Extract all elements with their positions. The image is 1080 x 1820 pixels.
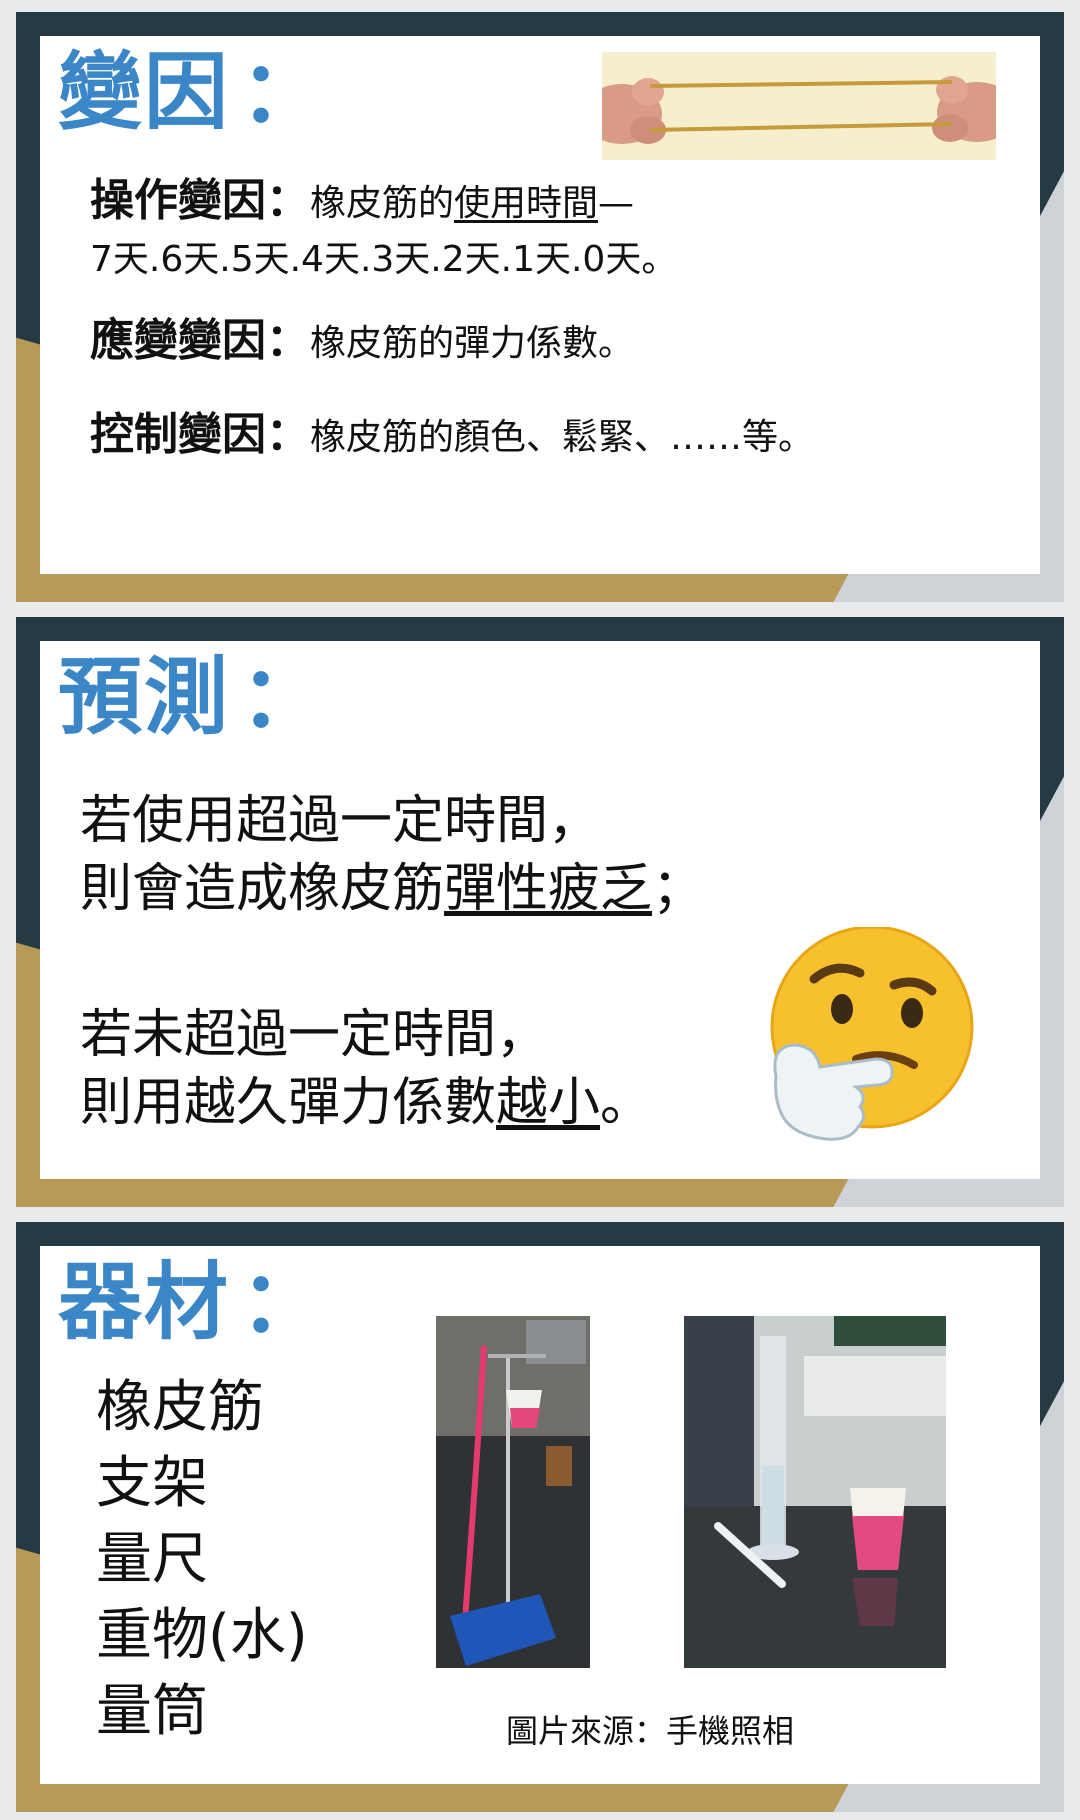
slide-materials: 器材： 橡皮筋 支架 量尺 重物(水) 量筒 圖片來源：手機照相 bbox=[16, 1222, 1064, 1812]
manipulated-variable: 操作變因：橡皮筋的使用時間— 7天.6天.5天.4天.3天.2天.1天.0天。 bbox=[90, 175, 678, 280]
section-heading-variables: 變因： bbox=[58, 43, 327, 141]
image-source-caption: 圖片來源：手機照相 bbox=[506, 1712, 795, 1750]
slide-variables: 變因： 操作變因：橡皮筋的使用時間— 7天.6天.5天.4天.3天.2天.1天.… bbox=[16, 12, 1064, 602]
material-item: 支架 bbox=[96, 1451, 208, 1516]
material-item: 量尺 bbox=[96, 1527, 208, 1592]
slide-panel: 預測： 若使用超過一定時間， 則會造成橡皮筋彈性疲乏； 若未超過一定時間， 則用… bbox=[40, 641, 1040, 1179]
section-heading-materials: 器材： bbox=[58, 1253, 327, 1351]
thinking-face-icon bbox=[770, 927, 974, 1141]
material-item: 量筒 bbox=[96, 1679, 208, 1744]
responding-variable: 應變變因：橡皮筋的彈力係數。 bbox=[90, 315, 635, 366]
prediction-line-3: 若未超過一定時間， bbox=[80, 1005, 549, 1065]
slide-panel: 器材： 橡皮筋 支架 量尺 重物(水) 量筒 圖片來源：手機照相 bbox=[40, 1246, 1040, 1784]
prediction-line-1: 若使用超過一定時間， bbox=[80, 791, 601, 851]
slide-prediction: 預測： 若使用超過一定時間， 則會造成橡皮筋彈性疲乏； 若未超過一定時間， 則用… bbox=[16, 617, 1064, 1207]
prediction-line-4: 則用越久彈力係數越小。 bbox=[80, 1073, 653, 1133]
material-item: 橡皮筋 bbox=[96, 1375, 264, 1440]
section-heading-prediction: 預測： bbox=[58, 648, 327, 746]
rubber-band-photo bbox=[602, 52, 996, 160]
stand-setup-photo bbox=[436, 1316, 590, 1668]
controlled-variable: 控制變因：橡皮筋的顏色、鬆緊、……等。 bbox=[90, 409, 815, 460]
cylinder-setup-photo bbox=[684, 1316, 946, 1668]
prediction-line-2: 則會造成橡皮筋彈性疲乏； bbox=[80, 859, 705, 919]
material-item: 重物(水) bbox=[96, 1603, 308, 1668]
slide-panel: 變因： 操作變因：橡皮筋的使用時間— 7天.6天.5天.4天.3天.2天.1天.… bbox=[40, 36, 1040, 574]
